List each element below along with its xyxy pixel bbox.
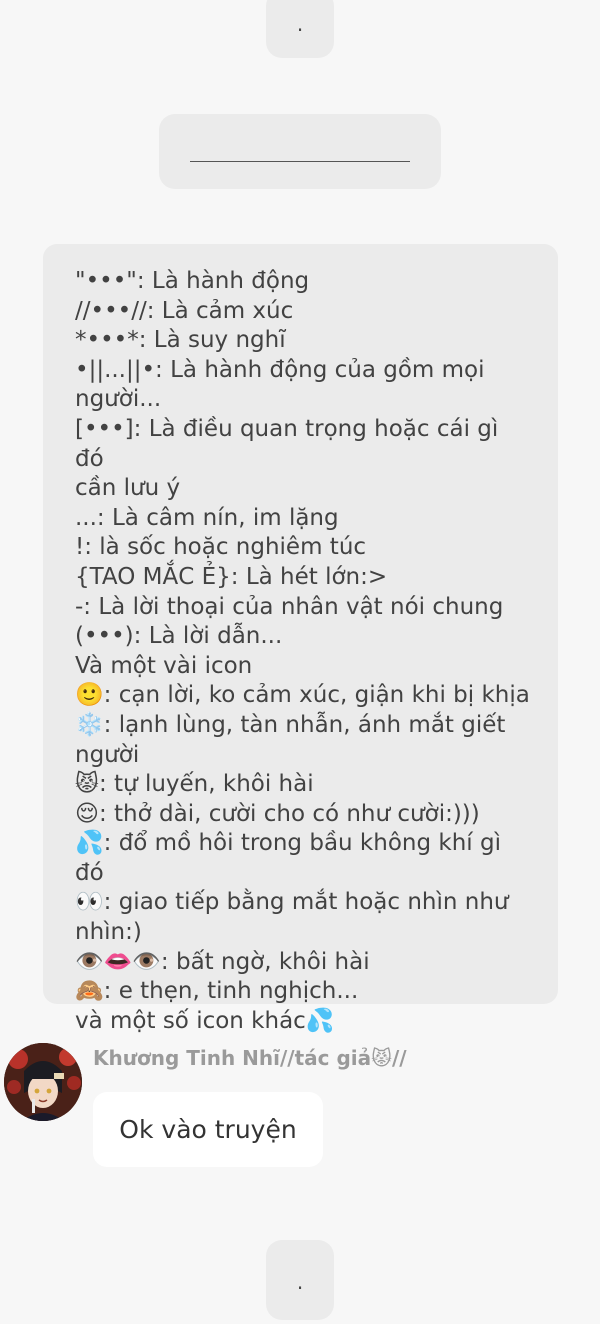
legend-line: !: là sốc hoặc nghiêm túc xyxy=(75,534,367,561)
message-text: . xyxy=(296,1270,304,1294)
legend-line: 😾: tự luyến, khôi hài xyxy=(75,771,314,798)
legend-line: người... xyxy=(75,386,162,413)
legend-line: (•••): Là lời dẫn... xyxy=(75,623,283,650)
anime-avatar-icon xyxy=(4,1043,82,1121)
legend-line: //•••//: Là cảm xúc xyxy=(75,297,294,324)
legend-lines: "•••": Là hành động //•••//: Là cảm xúc *•… xyxy=(75,267,534,1036)
legend-line: Và một vài icon xyxy=(75,652,253,679)
message-text: . xyxy=(296,12,304,36)
legend-line: 😌: thở dài, cười cho có như cười:))) xyxy=(75,800,480,827)
legend-line: và một số icon khác💦 xyxy=(75,1007,335,1034)
legend-line: ...: Là câm nín, im lặng xyxy=(75,504,339,531)
legend-line: người xyxy=(75,741,140,768)
reply-text: Ok vào truyện xyxy=(119,1115,297,1144)
legend-line: ❄️: lạnh lùng, tàn nhẫn, ánh mắt giết xyxy=(75,711,506,738)
legend-line: nhìn:) xyxy=(75,919,142,946)
legend-line: [•••]: Là điều quan trọng hoặc cái gì đó xyxy=(75,415,506,472)
author-avatar[interactable] xyxy=(4,1043,82,1121)
legend-message-bubble[interactable]: "•••": Là hành động //•••//: Là cảm xúc *•… xyxy=(43,244,558,1034)
legend-line: {TAO MẮC Ẻ}: Là hét lớn:> xyxy=(75,563,388,590)
author-name[interactable]: Khương Tinh Nhĩ//tác giả😾// xyxy=(93,1044,407,1072)
legend-line: 👀: giao tiếp bằng mắt hoặc nhìn như xyxy=(75,889,509,916)
legend-line: "•••": Là hành động xyxy=(75,268,310,294)
message-bubble-dot[interactable]: . xyxy=(266,0,334,58)
legend-line: 💦: đổ mồ hôi trong bầu không khí gì đó xyxy=(75,830,509,886)
legend-line: cần lưu ý xyxy=(75,475,181,502)
legend-line: 🙈: e thẹn, tinh nghịch... xyxy=(75,978,359,1005)
legend-line: -: Là lời thoại của nhân vật nói chung xyxy=(75,593,504,620)
legend-line: 👁️👄👁️: bất ngờ, khôi hài xyxy=(75,948,370,975)
legend-line: •||...||•: Là hành động của gồm mọi xyxy=(75,356,485,383)
reply-message-bubble[interactable]: Ok vào truyện xyxy=(93,1092,323,1167)
legend-line: *•••*: Là suy nghĩ xyxy=(75,327,286,354)
divider-line xyxy=(190,161,410,162)
legend-line: 🙂: cạn lời, ko cảm xúc, giận khi bị khịa xyxy=(75,682,530,709)
message-bubble-dot-bottom[interactable]: . xyxy=(266,1240,334,1320)
message-bubble-divider[interactable] xyxy=(159,114,441,189)
